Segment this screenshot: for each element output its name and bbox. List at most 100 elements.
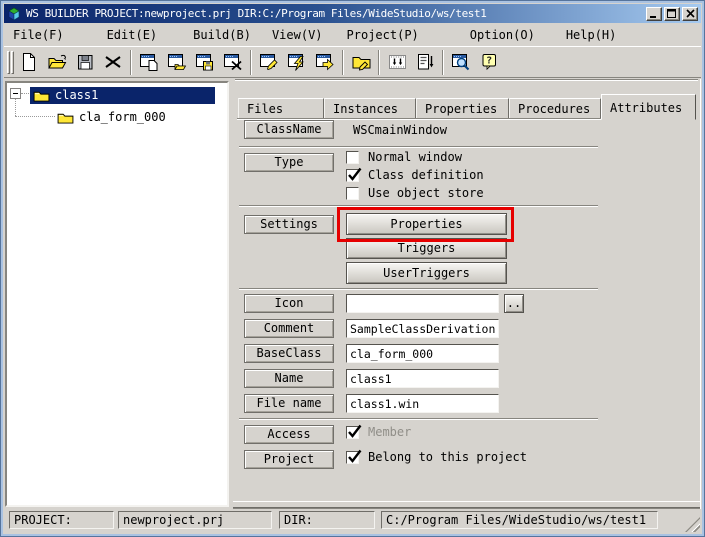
window-save-button[interactable] (191, 49, 219, 76)
close-icon (686, 9, 695, 18)
help-button[interactable]: ? (475, 49, 503, 76)
menu-project[interactable]: Project(P) (346, 26, 420, 44)
new-file-button[interactable] (15, 49, 43, 76)
resize-grip[interactable] (685, 517, 700, 532)
status-dir-value: C:/Program Files/WideStudio/ws/test1 (381, 511, 658, 529)
list-sort-button[interactable] (411, 49, 439, 76)
window-edit-button[interactable] (255, 49, 283, 76)
tab-label: Procedures (518, 102, 590, 116)
folder-edit-button[interactable] (347, 49, 375, 76)
checkbox-use-object-store[interactable] (346, 187, 359, 200)
highlight-red-box (337, 207, 514, 242)
menu-option[interactable]: Option(O) (469, 26, 536, 44)
tree-item-label: cla_form_000 (79, 110, 166, 124)
tab-properties[interactable]: Properties (416, 98, 509, 118)
icon-input[interactable] (346, 294, 499, 313)
checkbox-label: Belong to this project (368, 450, 527, 464)
checkbox-belong-to-project[interactable] (346, 451, 359, 464)
menu-view[interactable]: View(V) (271, 26, 324, 44)
separator (239, 418, 598, 420)
tab-procedures[interactable]: Procedures (509, 98, 601, 118)
new-file-icon (19, 52, 39, 72)
tab-instances[interactable]: Instances (324, 98, 416, 118)
type-label-button[interactable]: Type (244, 153, 334, 172)
save-button[interactable] (71, 49, 99, 76)
check-icon (347, 449, 362, 464)
open-folder-icon (47, 52, 68, 72)
menu-help[interactable]: Help(H) (565, 26, 618, 44)
tab-label: Files (247, 102, 283, 116)
maximize-button[interactable] (664, 7, 680, 21)
baseclass-input[interactable] (346, 344, 499, 363)
status-dir-label: DIR: (279, 511, 375, 529)
filename-input[interactable] (346, 394, 499, 413)
open-file-button[interactable] (43, 49, 71, 76)
folder-edit-icon (351, 52, 372, 72)
app-icon (7, 7, 21, 21)
window-edit-icon (259, 52, 279, 72)
usertriggers-button[interactable]: UserTriggers (346, 262, 507, 284)
toolbar-grip[interactable] (7, 51, 10, 74)
check-icon (347, 167, 362, 182)
menu-edit[interactable]: Edit(E) (106, 26, 159, 44)
toolbar-separator (378, 50, 380, 75)
classname-label-button[interactable]: ClassName (244, 120, 334, 139)
comment-input[interactable] (346, 319, 499, 338)
window-build-button[interactable] (283, 49, 311, 76)
checkbox-label: Normal window (368, 150, 462, 164)
minimize-icon (649, 9, 659, 18)
grid-align-icon (387, 52, 408, 72)
grid-align-button[interactable] (383, 49, 411, 76)
window-delete-button[interactable] (219, 49, 247, 76)
attributes-panel: Files Instances Properties Procedures At… (233, 79, 701, 509)
project-label-button[interactable]: Project (244, 450, 334, 469)
status-bar: PROJECT: newproject.prj DIR: C:/Program … (4, 506, 701, 533)
classname-value: WSCmainWindow (353, 123, 447, 137)
svg-text:?: ? (486, 56, 492, 67)
toolbar-grip[interactable] (11, 51, 14, 74)
separator (239, 146, 598, 148)
name-input[interactable] (346, 369, 499, 388)
help-icon: ? (479, 52, 499, 72)
baseclass-label-button[interactable]: BaseClass (244, 344, 334, 363)
checkbox-label: Use object store (368, 186, 484, 200)
checkbox-normal-window[interactable] (346, 151, 359, 164)
tab-attributes[interactable]: Attributes (601, 94, 696, 120)
window-build-icon (287, 52, 307, 72)
status-project-label: PROJECT: (9, 511, 114, 529)
icon-label-button[interactable]: Icon (244, 294, 334, 313)
tree-item-class1[interactable]: class1 (7, 85, 229, 102)
window-preview-button[interactable] (447, 49, 475, 76)
window-run-icon (315, 52, 335, 72)
folder-icon (33, 89, 50, 102)
check-icon (347, 424, 362, 439)
comment-label-button[interactable]: Comment (244, 319, 334, 338)
menu-build[interactable]: Build(B) (192, 26, 252, 44)
name-label-button[interactable]: Name (244, 369, 334, 388)
close-button[interactable] (682, 7, 698, 21)
checkbox-class-definition[interactable] (346, 169, 359, 182)
window-run-button[interactable] (311, 49, 339, 76)
tab-label: Properties (425, 102, 497, 116)
window-new-button[interactable] (135, 49, 163, 76)
window-save-icon (195, 52, 215, 72)
tree-item-cla-form-000[interactable]: cla_form_000 (7, 108, 229, 125)
checkbox-member[interactable] (346, 426, 359, 439)
menu-file[interactable]: File(F) (12, 26, 65, 44)
toolbar-separator (130, 50, 132, 75)
minimize-button[interactable] (646, 7, 662, 21)
icon-browse-button[interactable]: .. (504, 294, 524, 313)
delete-x-icon (103, 52, 123, 72)
settings-label-button[interactable]: Settings (244, 215, 334, 234)
window-preview-icon (451, 52, 471, 72)
tree-item-label: class1 (55, 88, 98, 102)
delete-button[interactable] (99, 49, 127, 76)
filename-label-button[interactable]: File name (244, 394, 334, 413)
checkbox-label: Member (368, 425, 411, 439)
window-new-icon (139, 52, 159, 72)
tab-files[interactable]: Files (238, 98, 324, 118)
access-label-button[interactable]: Access (244, 425, 334, 444)
title-bar: WS BUILDER PROJECT:newproject.prj DIR:C:… (4, 4, 701, 23)
window-open-button[interactable] (163, 49, 191, 76)
window-title: WS BUILDER PROJECT:newproject.prj DIR:C:… (26, 7, 644, 20)
